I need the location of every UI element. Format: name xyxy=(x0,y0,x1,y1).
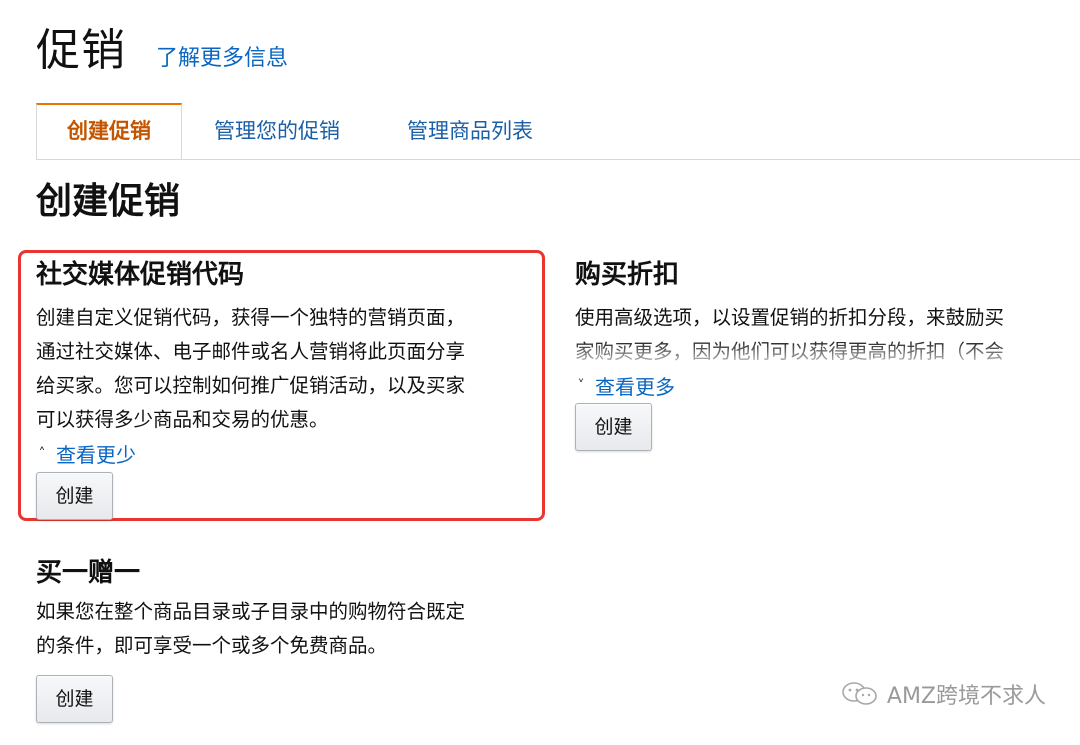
purchase-discount-title: 购买折扣 xyxy=(575,260,680,290)
description-line: 的条件，即可享受一个或多个免费商品。 xyxy=(36,634,388,657)
social-promo-description: 创建自定义促销代码，获得一个独特的营销页面， 通过社交媒体、电子邮件或名人营销将… xyxy=(36,301,536,437)
tab-create-promotion[interactable]: 创建促销 xyxy=(36,103,182,159)
description-line: 可以获得多少商品和交易的优惠。 xyxy=(36,408,329,431)
watermark-text: AMZ跨境不求人 xyxy=(886,684,1046,709)
tab-manage-product-lists[interactable]: 管理商品列表 xyxy=(407,103,533,159)
page-header: 促销 了解更多信息 xyxy=(36,14,288,78)
page-title: 促销 xyxy=(36,25,126,76)
see-less-toggle[interactable]: ˄ 查看更少 xyxy=(36,439,536,468)
see-less-label: 查看更少 xyxy=(56,443,136,467)
bogo-card: 买一赠一 如果您在整个商品目录或子目录中的购物符合既定 的条件，即可享受一个或多… xyxy=(36,552,556,663)
chevron-up-icon: ˄ xyxy=(38,445,46,462)
bogo-create-button[interactable]: 创建 xyxy=(36,675,113,723)
social-promo-title: 社交媒体促销代码 xyxy=(36,260,245,290)
description-line: 创建自定义促销代码，获得一个独特的营销页面， xyxy=(36,306,466,329)
watermark: AMZ跨境不求人 xyxy=(841,678,1046,710)
bogo-title: 买一赠一 xyxy=(36,558,141,588)
learn-more-link[interactable]: 了解更多信息 xyxy=(156,40,288,72)
description-line: 如果您在整个商品目录或子目录中的购物符合既定 xyxy=(36,600,466,623)
description-line: 使用高级选项，以设置促销的折扣分段，来鼓励买 xyxy=(575,306,1005,329)
purchase-discount-description: 使用高级选项，以设置促销的折扣分段，来鼓励买 家购买更多，因为他们可以获得更高的… xyxy=(575,301,1075,369)
description-line: 给买家。您可以控制如何推广促销活动，以及买家 xyxy=(36,374,466,397)
tab-manage-promotions[interactable]: 管理您的促销 xyxy=(214,103,340,159)
see-more-toggle[interactable]: ˅ 查看更多 xyxy=(575,371,1075,400)
social-promo-create-button[interactable]: 创建 xyxy=(36,472,113,520)
bogo-description: 如果您在整个商品目录或子目录中的购物符合既定 的条件，即可享受一个或多个免费商品… xyxy=(36,595,556,663)
chevron-down-icon: ˅ xyxy=(577,377,585,394)
see-more-label: 查看更多 xyxy=(595,375,675,399)
description-line: 家购买更多，因为他们可以获得更高的折扣（不会 xyxy=(575,340,1005,363)
purchase-discount-card: 购买折扣 使用高级选项，以设置促销的折扣分段，来鼓励买 家购买更多，因为他们可以… xyxy=(575,254,1075,400)
tab-bar: 创建促销 管理您的促销 管理商品列表 xyxy=(36,103,1080,160)
section-heading: 创建促销 xyxy=(36,181,181,222)
purchase-discount-create-button[interactable]: 创建 xyxy=(575,403,652,451)
wechat-icon xyxy=(842,682,877,705)
description-line: 通过社交媒体、电子邮件或名人营销将此页面分享 xyxy=(36,340,466,363)
social-promo-card: 社交媒体促销代码 创建自定义促销代码，获得一个独特的营销页面， 通过社交媒体、电… xyxy=(36,254,536,468)
